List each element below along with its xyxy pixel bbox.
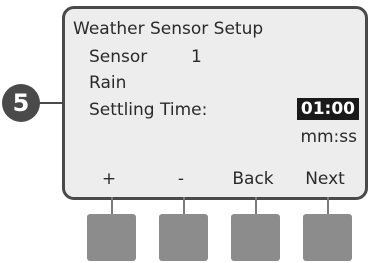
step-callout-line xyxy=(38,102,64,104)
softkey-label-next: Next xyxy=(305,169,345,189)
softkey-label-plus: + xyxy=(101,169,117,189)
next-button[interactable] xyxy=(303,214,352,261)
softkey-label-row: + - Back Next xyxy=(65,169,365,193)
softkey-label-minus: - xyxy=(177,169,185,189)
settling-time-label: Settling Time: xyxy=(89,100,208,120)
sensor-label: Sensor xyxy=(89,47,148,67)
softkey-label-back: Back xyxy=(232,169,274,189)
minus-button[interactable] xyxy=(159,214,208,261)
settling-time-units: mm:ss xyxy=(300,127,357,147)
controller-lcd-screen: Weather Sensor Setup Sensor 1 Rain Settl… xyxy=(62,6,368,200)
sensor-type: Rain xyxy=(89,73,127,93)
step-number-badge: 5 xyxy=(2,84,40,122)
settling-time-value[interactable]: 01:00 xyxy=(296,98,359,120)
screen-title: Weather Sensor Setup xyxy=(73,19,264,39)
back-button[interactable] xyxy=(231,214,280,261)
sensor-number: 1 xyxy=(191,47,202,67)
plus-button[interactable] xyxy=(87,214,136,261)
